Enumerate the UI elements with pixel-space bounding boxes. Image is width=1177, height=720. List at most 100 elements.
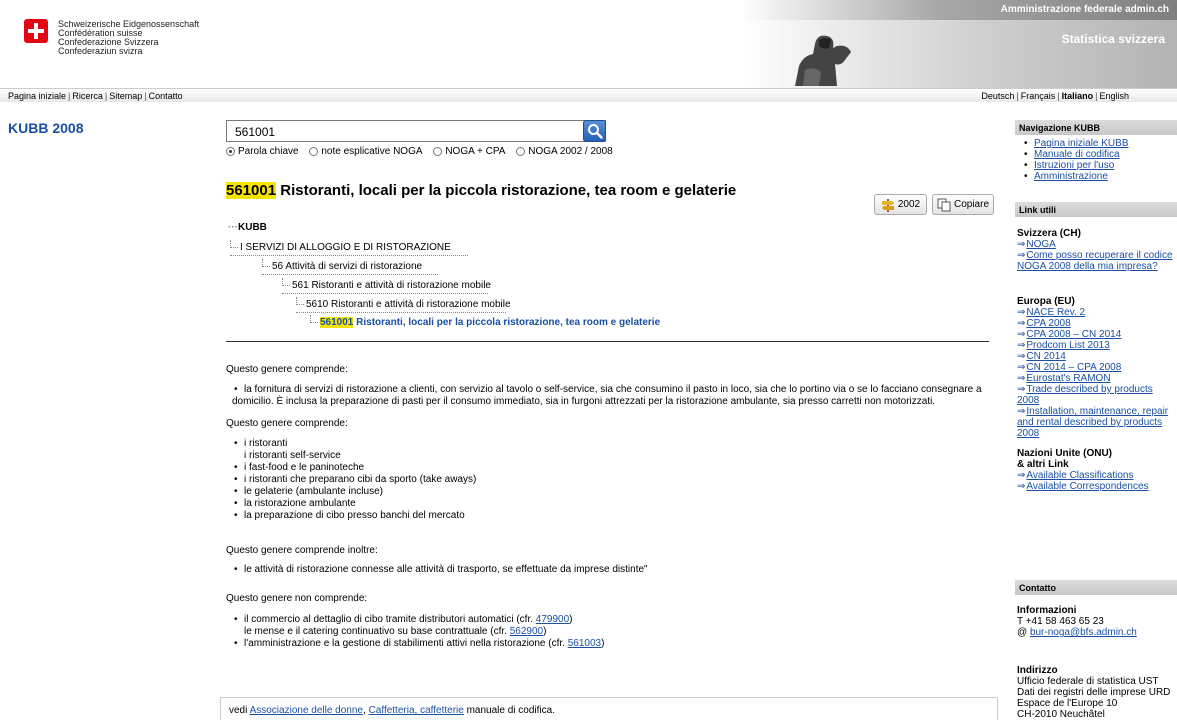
arrow-icon: ⇒ <box>1017 307 1026 318</box>
arrow-icon: ⇒ <box>1017 239 1026 250</box>
list-item: i fast-food e le paninoteche <box>232 462 476 474</box>
admin-link[interactable]: Amministrazione federale admin.ch <box>1001 4 1169 15</box>
arrow-icon: ⇒ <box>1017 329 1026 340</box>
list-item: i ristoranti <box>232 438 476 450</box>
radio-parola-chiave[interactable]: Parola chiave <box>226 146 299 157</box>
signpost-icon <box>881 198 894 212</box>
link-associazione-donne[interactable]: Associazione delle donne <box>250 705 363 716</box>
arrow-icon: ⇒ <box>1017 481 1026 492</box>
radio-noga-2002-2008[interactable]: NOGA 2002 / 2008 <box>516 146 613 157</box>
kubb-title[interactable]: KUBB 2008 <box>8 120 83 136</box>
contact-email[interactable]: bur-noga@bfs.admin.ch <box>1030 627 1137 638</box>
link-noga[interactable]: ⇒NOGA <box>1017 239 1177 250</box>
search-button[interactable] <box>583 120 606 142</box>
link-cpa-cn[interactable]: ⇒CPA 2008 – CN 2014 <box>1017 329 1177 340</box>
link-trade-products[interactable]: ⇒Trade described by products 2008 <box>1017 384 1177 406</box>
links-un: Nazioni Unite (ONU) & altri Link ⇒Availa… <box>1017 448 1177 492</box>
contact-info: Informazioni T +41 58 463 65 23 @ bur-no… <box>1017 605 1177 638</box>
link-recover-noga[interactable]: ⇒Come posso recuperare il codice NOGA 20… <box>1017 250 1177 272</box>
list-item: la fornitura di servizi di ristorazione … <box>232 384 982 396</box>
lang-fr[interactable]: Français <box>1021 91 1056 101</box>
search-input[interactable]: 561001 <box>226 120 606 142</box>
useful-links-header: Link utili <box>1015 202 1177 217</box>
arrow-icon: ⇒ <box>1017 250 1026 261</box>
copy-button[interactable]: Copiare <box>932 194 994 215</box>
sidebar-item-instructions[interactable]: Istruzioni per l'uso <box>1022 160 1129 171</box>
link-caffetteria[interactable]: Caffetteria, caffetterie <box>369 705 464 716</box>
link-prodcom[interactable]: ⇒Prodcom List 2013 <box>1017 340 1177 351</box>
comprende-heading: Questo genere comprende: <box>226 364 348 375</box>
tree-current-item[interactable]: 561001 Ristoranti, locali per la piccola… <box>310 315 660 330</box>
arrow-icon: ⇒ <box>1017 384 1026 395</box>
list-item: i ristoranti self-service <box>244 450 341 461</box>
tree-root[interactable]: ···KUBB <box>228 222 267 235</box>
list-item: il commercio al dettaglio di cibo tramit… <box>232 614 604 626</box>
service-nav: Pagina iniziale | Ricerca | Sitemap | Contatto <box>8 91 183 101</box>
comprende-examples-list: i ristoranti i ristoranti self-service i… <box>232 438 476 522</box>
search-mode-options: Parola chiave note esplicative NOGA NOGA… <box>226 146 621 159</box>
sidebar-item-manual[interactable]: Manuale di codifica <box>1022 149 1129 160</box>
site-header: Schweizerische Eidgenossenschaft Confédé… <box>0 0 1177 88</box>
admin-strip: Amministrazione federale admin.ch <box>740 0 1177 20</box>
content-divider <box>226 341 989 342</box>
link-cpa2008[interactable]: ⇒CPA 2008 <box>1017 318 1177 329</box>
confederation-name: Schweizerische Eidgenossenschaft Confédé… <box>58 19 200 56</box>
see-also-box: vedi Associazione delle donne, Caffetter… <box>220 697 998 720</box>
noga-2002-button[interactable]: 2002 <box>874 194 927 215</box>
inoltre-list: le attività di ristorazione connesse all… <box>232 564 648 576</box>
list-item: i ristoranti che preparano cibi da sport… <box>232 474 476 486</box>
link-cn-cpa[interactable]: ⇒CN 2014 – CPA 2008 <box>1017 362 1177 373</box>
link-available-classifications[interactable]: ⇒Available Classifications <box>1017 470 1177 481</box>
arrow-icon: ⇒ <box>1017 318 1026 329</box>
lang-it[interactable]: Italiano <box>1062 91 1094 101</box>
nav-search[interactable]: Ricerca <box>72 91 103 101</box>
radio-noga-cpa[interactable]: NOGA + CPA <box>433 146 505 157</box>
lang-en[interactable]: English <box>1099 91 1129 101</box>
statistica-title: Statistica svizzera <box>1061 32 1165 46</box>
nav-contact[interactable]: Contatto <box>149 91 183 101</box>
swiss-cross-logo[interactable] <box>24 19 48 43</box>
sidebar-item-admin[interactable]: Amministrazione <box>1022 171 1129 182</box>
links-ch: Svizzera (CH) ⇒NOGA ⇒Come posso recupera… <box>1017 228 1177 272</box>
search-icon <box>588 124 603 139</box>
kubb-nav-list: Pagina iniziale KUBB Manuale di codifica… <box>1022 138 1129 182</box>
arrow-icon: ⇒ <box>1017 373 1026 384</box>
arrow-icon: ⇒ <box>1017 351 1026 362</box>
link-562900[interactable]: 562900 <box>510 626 543 637</box>
list-item: domicilio. È inclusa la preparazione di … <box>232 396 936 407</box>
top-navigation: Pagina iniziale | Ricerca | Sitemap | Contatto… <box>0 88 1177 102</box>
arrow-icon: ⇒ <box>1017 340 1026 351</box>
tree-level-2[interactable]: 56 Attività di servizi di ristorazione <box>262 259 438 275</box>
link-available-correspondences[interactable]: ⇒Available Correspondences <box>1017 481 1177 492</box>
list-item: l'amministrazione e la gestione di stabi… <box>232 638 604 650</box>
link-nace[interactable]: ⇒NACE Rev. 2 <box>1017 307 1177 318</box>
contact-address: Indirizzo Ufficio federale di statistica… <box>1017 665 1171 720</box>
tree-level-4[interactable]: 5610 Ristoranti e attività di ristorazio… <box>296 297 511 313</box>
link-561003[interactable]: 561003 <box>568 638 601 649</box>
comprende-list: la fornitura di servizi di ristorazione … <box>232 384 982 408</box>
copy-icon <box>937 198 951 211</box>
list-item: le attività di ristorazione connesse all… <box>232 564 648 576</box>
list-item: la preparazione di cibo presso banchi de… <box>232 510 476 522</box>
links-eu: Europa (EU) ⇒NACE Rev. 2 ⇒CPA 2008 ⇒CPA … <box>1017 296 1177 439</box>
lang-de[interactable]: Deutsch <box>981 91 1014 101</box>
nav-home[interactable]: Pagina iniziale <box>8 91 66 101</box>
contact-phone: T +41 58 463 65 23 <box>1017 616 1104 627</box>
title-text: Ristoranti, locali per la piccola ristor… <box>280 182 737 199</box>
list-item: le gelaterie (ambulante incluse) <box>232 486 476 498</box>
radio-note-esplicative[interactable]: note esplicative NOGA <box>309 146 423 157</box>
non-comprende-heading: Questo genere non comprende: <box>226 593 368 604</box>
inoltre-heading: Questo genere comprende inoltre: <box>226 545 378 556</box>
tree-level-3[interactable]: 561 Ristoranti e attività di ristorazion… <box>282 278 491 294</box>
arrow-icon: ⇒ <box>1017 362 1026 373</box>
comprende-heading-2: Questo genere comprende: <box>226 418 348 429</box>
link-479900[interactable]: 479900 <box>536 614 569 625</box>
link-installation[interactable]: ⇒Installation, maintenance, repair and r… <box>1017 406 1177 439</box>
link-cn2014[interactable]: ⇒CN 2014 <box>1017 351 1177 362</box>
photographer-image <box>795 35 851 86</box>
non-comprende-list: il commercio al dettaglio di cibo tramit… <box>232 614 604 650</box>
tree-level-1[interactable]: I SERVIZI DI ALLOGGIO E DI RISTORAZIONE <box>230 240 468 256</box>
nav-sitemap[interactable]: Sitemap <box>109 91 142 101</box>
sidebar-item-home[interactable]: Pagina iniziale KUBB <box>1022 138 1129 149</box>
link-ramon[interactable]: ⇒Eurostat's RAMON <box>1017 373 1177 384</box>
